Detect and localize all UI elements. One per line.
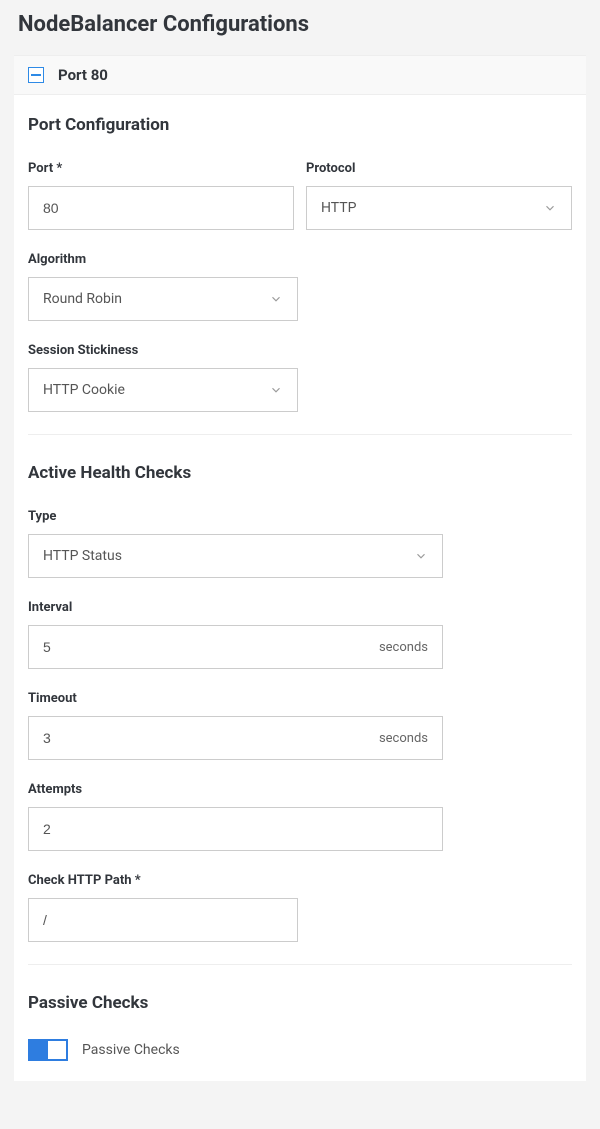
passive-checks-toggle-row: Passive Checks (28, 1039, 572, 1061)
algorithm-select[interactable]: Round Robin (28, 277, 298, 321)
type-field: Type HTTP Status (28, 509, 443, 578)
protocol-field: Protocol HTTP (306, 161, 572, 230)
path-input[interactable] (43, 912, 283, 928)
port-input[interactable] (43, 200, 279, 216)
toggle-knob (48, 1041, 66, 1059)
protocol-select[interactable]: HTTP (306, 186, 572, 230)
type-label: Type (28, 509, 443, 524)
port-label: Port * (28, 161, 294, 176)
timeout-field: Timeout seconds (28, 691, 443, 760)
path-label: Check HTTP Path * (28, 873, 298, 888)
port-input-wrap[interactable] (28, 186, 294, 230)
interval-label: Interval (28, 600, 443, 615)
attempts-input[interactable] (43, 821, 428, 837)
port-accordion: Port 80 Port Configuration Port * Protoc… (14, 55, 586, 1081)
section-title-port-config: Port Configuration (28, 115, 572, 135)
accordion-body: Port Configuration Port * Protocol HTTP … (14, 95, 586, 1081)
stickiness-select[interactable]: HTTP Cookie (28, 368, 298, 412)
section-title-health-checks: Active Health Checks (28, 463, 572, 483)
passive-checks-toggle-label: Passive Checks (82, 1042, 180, 1058)
passive-checks-toggle[interactable] (28, 1039, 68, 1061)
port-field: Port * (28, 161, 294, 230)
attempts-input-wrap[interactable] (28, 807, 443, 851)
timeout-input[interactable] (43, 730, 369, 746)
protocol-label: Protocol (306, 161, 572, 176)
divider (28, 964, 572, 965)
attempts-label: Attempts (28, 782, 443, 797)
timeout-label: Timeout (28, 691, 443, 706)
interval-input-wrap[interactable]: seconds (28, 625, 443, 669)
chevron-down-icon (269, 383, 283, 397)
accordion-header[interactable]: Port 80 (14, 55, 586, 95)
type-value: HTTP Status (43, 548, 122, 564)
chevron-down-icon (543, 201, 557, 215)
chevron-down-icon (269, 292, 283, 306)
section-title-passive-checks: Passive Checks (28, 993, 572, 1013)
algorithm-field: Algorithm Round Robin (28, 252, 298, 321)
stickiness-value: HTTP Cookie (43, 382, 125, 398)
algorithm-value: Round Robin (43, 291, 122, 307)
attempts-field: Attempts (28, 782, 443, 851)
type-select[interactable]: HTTP Status (28, 534, 443, 578)
algorithm-label: Algorithm (28, 252, 298, 267)
page-title: NodeBalancer Configurations (0, 0, 600, 55)
divider (28, 434, 572, 435)
accordion-title: Port 80 (58, 66, 108, 84)
interval-field: Interval seconds (28, 600, 443, 669)
protocol-value: HTTP (321, 200, 356, 216)
stickiness-field: Session Stickiness HTTP Cookie (28, 343, 298, 412)
timeout-input-wrap[interactable]: seconds (28, 716, 443, 760)
chevron-down-icon (414, 549, 428, 563)
interval-unit: seconds (369, 640, 428, 655)
interval-input[interactable] (43, 639, 369, 655)
timeout-unit: seconds (369, 731, 428, 746)
path-field: Check HTTP Path * (28, 873, 298, 942)
minus-icon (28, 67, 44, 83)
stickiness-label: Session Stickiness (28, 343, 298, 358)
path-input-wrap[interactable] (28, 898, 298, 942)
